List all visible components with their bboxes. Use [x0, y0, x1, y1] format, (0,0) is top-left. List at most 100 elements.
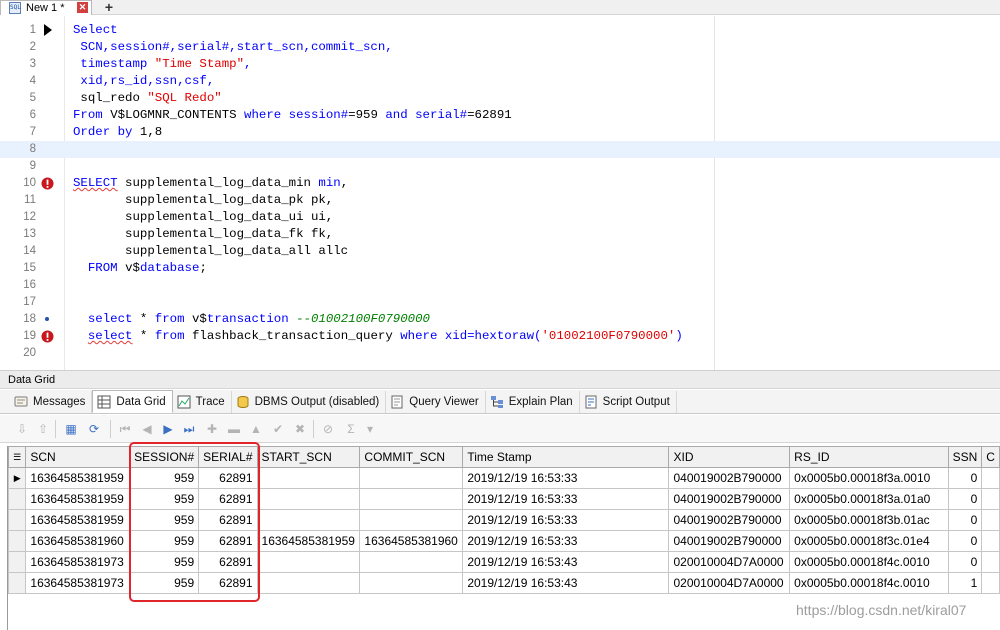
table-cell[interactable]: 16364585381959 — [25, 509, 131, 531]
row-indicator[interactable] — [8, 488, 27, 510]
row-indicator[interactable] — [8, 551, 27, 573]
table-cell[interactable]: 959 — [129, 551, 200, 573]
table-row[interactable]: 16364585381973 959 62891 2019/12/19 16:53:4… — [8, 572, 1000, 594]
column-header[interactable]: Time Stamp — [462, 446, 670, 468]
code-line[interactable]: 10 SELECT supplemental_log_data_min min, — [0, 175, 1000, 192]
sql-editor[interactable]: 1 Select 2 SCN,session#,serial#,start_scn,… — [0, 16, 1000, 370]
table-cell[interactable]: 16364585381959 — [256, 530, 361, 552]
table-cell[interactable]: 040019002B790000 — [668, 467, 791, 489]
table-cell[interactable]: 0x0005b0.00018f4c.0010 — [789, 572, 949, 594]
table-cell[interactable]: 0 — [947, 488, 983, 510]
table-cell[interactable]: 040019002B790000 — [668, 530, 791, 552]
tab-explain-plan[interactable]: Explain Plan — [486, 391, 580, 413]
code-line[interactable]: 7 Order by 1,8 — [0, 124, 1000, 141]
table-cell[interactable]: 020010004D7A0000 — [668, 551, 791, 573]
table-row[interactable]: ▶ 16364585381959 959 62891 2019/12/19 16:53:… — [8, 467, 1000, 489]
table-cell[interactable]: 2019/12/19 16:53:33 — [462, 530, 670, 552]
code-line[interactable]: 18 select * from v$transaction --0100210… — [0, 311, 1000, 328]
last-record-icon[interactable]: ⏭ — [181, 421, 197, 437]
table-cell[interactable] — [256, 551, 361, 573]
tab-data-grid[interactable]: Data Grid — [92, 390, 173, 413]
table-cell[interactable]: 020010004D7A0000 — [668, 572, 791, 594]
close-tab-icon[interactable]: ✕ — [77, 2, 88, 13]
import-icon[interactable]: ⇧ — [35, 421, 51, 437]
delete-record-icon[interactable]: ▬ — [226, 421, 242, 437]
table-cell[interactable]: 2019/12/19 16:53:33 — [462, 467, 670, 489]
code-line[interactable]: 6 From V$LOGMNR_CONTENTS where session#=9… — [0, 107, 1000, 124]
table-cell[interactable] — [256, 509, 361, 531]
table-cell[interactable]: 16364585381959 — [25, 488, 131, 510]
code-line[interactable]: 11 supplemental_log_data_pk pk, — [0, 192, 1000, 209]
table-cell[interactable]: 040019002B790000 — [668, 509, 791, 531]
table-cell[interactable] — [981, 509, 1000, 531]
table-cell[interactable]: 959 — [129, 488, 200, 510]
column-header[interactable]: SERIAL# — [198, 446, 258, 468]
row-indicator[interactable] — [8, 509, 27, 531]
new-tab-button[interactable]: + — [96, 0, 122, 15]
tab-messages[interactable]: Messages — [10, 391, 93, 413]
insert-record-icon[interactable]: ✚ — [204, 421, 220, 437]
code-line[interactable]: 8 — [0, 141, 1000, 158]
table-cell[interactable]: 62891 — [198, 572, 258, 594]
table-cell[interactable]: 2019/12/19 16:53:43 — [462, 572, 670, 594]
table-cell[interactable] — [256, 467, 361, 489]
table-cell[interactable] — [256, 488, 361, 510]
sum-icon[interactable]: Σ — [343, 421, 359, 437]
column-header[interactable]: START_SCN — [256, 446, 361, 468]
row-indicator[interactable]: ▶ — [8, 467, 27, 489]
tab-new-1[interactable]: SQL New 1 * ✕ — [0, 0, 92, 15]
post-edit-icon[interactable]: ✔ — [270, 421, 286, 437]
table-cell[interactable]: 0x0005b0.00018f3a.01a0 — [789, 488, 949, 510]
table-cell[interactable]: 16364585381960 — [25, 530, 131, 552]
prior-record-icon[interactable]: ◀ — [139, 421, 155, 437]
row-indicator[interactable] — [8, 530, 27, 552]
cancel-edit-icon[interactable]: ✖ — [292, 421, 308, 437]
table-cell[interactable]: 0x0005b0.00018f3b.01ac — [789, 509, 949, 531]
row-indicator[interactable] — [8, 572, 27, 594]
table-cell[interactable]: 0 — [947, 530, 983, 552]
table-cell[interactable]: 62891 — [198, 551, 258, 573]
code-line[interactable]: 2 SCN,session#,serial#,start_scn,commit_… — [0, 39, 1000, 56]
code-line[interactable]: 15 FROM v$database; — [0, 260, 1000, 277]
code-line[interactable]: 9 — [0, 158, 1000, 175]
next-record-icon[interactable]: ▶ — [160, 421, 176, 437]
table-cell[interactable]: 040019002B790000 — [668, 488, 791, 510]
code-line[interactable]: 12 supplemental_log_data_ui ui, — [0, 209, 1000, 226]
sum-dropdown-icon[interactable]: ▾ — [362, 421, 378, 437]
table-row[interactable]: 16364585381973 959 62891 2019/12/19 16:53:4… — [8, 551, 1000, 573]
column-header[interactable]: C — [981, 446, 1000, 468]
tab-query-viewer[interactable]: Query Viewer — [386, 391, 486, 413]
filter-icon[interactable]: ⊘ — [320, 421, 336, 437]
column-header[interactable]: SSN — [947, 446, 983, 468]
table-cell[interactable]: 0x0005b0.00018f3a.0010 — [789, 467, 949, 489]
table-row[interactable]: 16364585381959 959 62891 2019/12/19 16:53:3… — [8, 509, 1000, 531]
table-cell[interactable]: 1 — [947, 572, 983, 594]
table-cell[interactable] — [359, 467, 464, 489]
code-line[interactable]: 17 — [0, 294, 1000, 311]
table-cell[interactable]: 16364585381960 — [359, 530, 464, 552]
first-record-icon[interactable]: ⏮ — [117, 421, 133, 437]
table-cell[interactable]: 62891 — [198, 467, 258, 489]
column-header[interactable]: COMMIT_SCN — [359, 446, 464, 468]
table-cell[interactable] — [359, 488, 464, 510]
table-cell[interactable]: 0 — [947, 509, 983, 531]
table-cell[interactable]: 2019/12/19 16:53:33 — [462, 488, 670, 510]
column-header[interactable]: SCN — [25, 446, 131, 468]
table-cell[interactable]: 16364585381973 — [25, 572, 131, 594]
table-cell[interactable]: 2019/12/19 16:53:33 — [462, 509, 670, 531]
code-line[interactable]: 16 — [0, 277, 1000, 294]
table-cell[interactable] — [981, 530, 1000, 552]
table-cell[interactable]: 0 — [947, 467, 983, 489]
code-line[interactable]: 5 sql_redo "SQL Redo" — [0, 90, 1000, 107]
table-cell[interactable]: 959 — [129, 509, 200, 531]
table-cell[interactable] — [359, 551, 464, 573]
column-header[interactable]: RS_ID — [789, 446, 949, 468]
column-header[interactable]: SESSION# — [129, 446, 200, 468]
table-cell[interactable] — [981, 572, 1000, 594]
export-icon[interactable]: ⇩ — [14, 421, 30, 437]
table-cell[interactable]: 2019/12/19 16:53:43 — [462, 551, 670, 573]
table-cell[interactable]: 0x0005b0.00018f3c.01e4 — [789, 530, 949, 552]
table-cell[interactable]: 16364585381973 — [25, 551, 131, 573]
table-cell[interactable] — [981, 551, 1000, 573]
code-line[interactable]: 4 xid,rs_id,ssn,csf, — [0, 73, 1000, 90]
